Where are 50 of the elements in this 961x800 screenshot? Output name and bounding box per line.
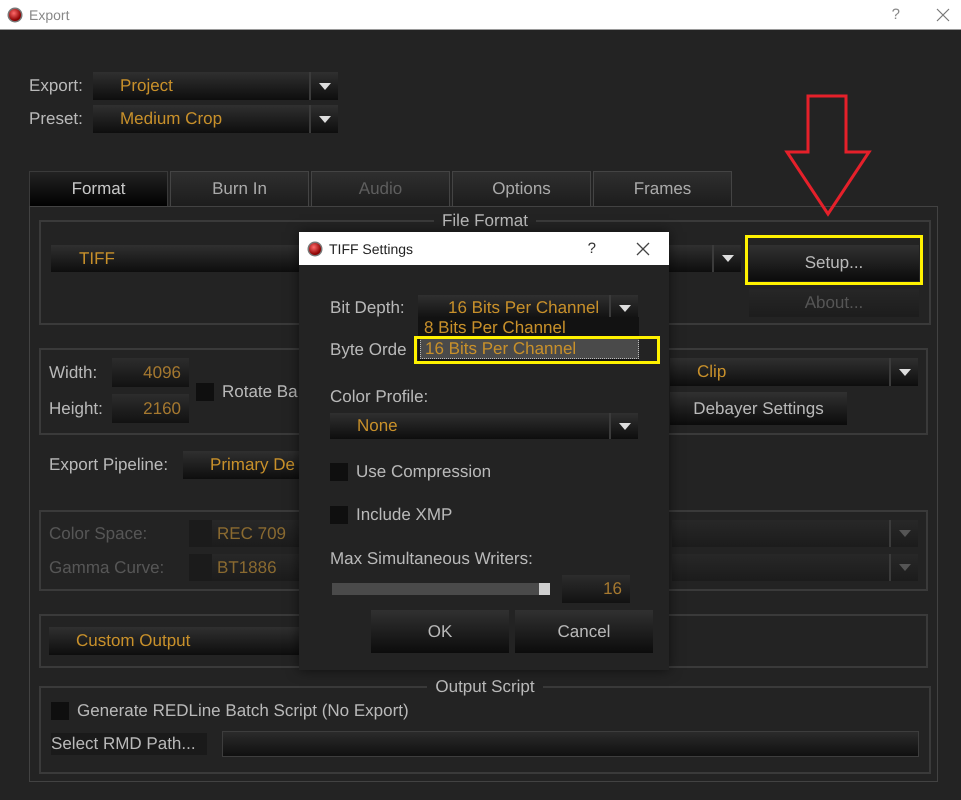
export-label: Export: (29, 76, 84, 96)
tab[interactable]: Burn In (170, 171, 309, 206)
checkbox-label: Rotate Ba (222, 382, 298, 402)
caret-icon (722, 255, 734, 262)
help-button[interactable]: ? (588, 240, 596, 257)
preset-dropdown[interactable]: Medium Crop (93, 105, 338, 133)
caret-icon (898, 368, 910, 376)
width-field[interactable]: 4096 (112, 358, 189, 387)
tab[interactable]: Frames (593, 171, 732, 206)
close-icon[interactable] (636, 242, 650, 256)
help-button[interactable]: ? (892, 6, 900, 23)
app-logo-icon (307, 240, 323, 256)
window-title: Export (29, 6, 70, 22)
dialog-button[interactable]: Setup... (749, 245, 919, 281)
export-pipeline-label: Export Pipeline: (49, 455, 170, 475)
height-field[interactable]: 2160 (112, 394, 189, 423)
writers-field[interactable]: 16 (562, 575, 630, 603)
tab[interactable]: Format (29, 171, 168, 206)
dialog-button[interactable]: Cancel (515, 610, 653, 653)
dropdown-option[interactable]: 16 Bits Per Channel (420, 338, 639, 359)
path-field[interactable] (222, 731, 919, 757)
caret-icon (618, 422, 630, 430)
checkbox-label: Use Compression (356, 462, 492, 482)
group-title: Output Script (434, 677, 536, 697)
byte-order-label: Byte Orde (330, 340, 407, 360)
select-path-button[interactable]: Select RMD Path... (51, 733, 207, 755)
caret-icon (318, 82, 330, 90)
height-label: Height: (49, 398, 104, 418)
caret-icon (898, 564, 910, 571)
close-icon[interactable] (936, 8, 950, 22)
caret-icon (898, 530, 910, 537)
group-title: File Format (441, 211, 529, 231)
export-dropdown[interactable]: Project (93, 72, 338, 100)
preset-label: Preset: (29, 109, 84, 129)
color-profile-dropdown[interactable]: None (330, 413, 638, 439)
width-label: Width: (49, 362, 98, 382)
app-logo-icon (7, 6, 23, 22)
caret-icon (318, 116, 330, 122)
tab[interactable]: Options (452, 171, 591, 206)
dialog-button[interactable]: OK (371, 610, 509, 653)
writers-label: Max Simultaneous Writers: (330, 549, 533, 569)
checkbox-label: Include XMP (356, 505, 452, 525)
bit-depth-label: Bit Depth: (330, 298, 406, 318)
clip-dropdown[interactable]: Clip (670, 358, 918, 386)
color-profile-label: Color Profile: (330, 387, 428, 407)
dialog-title: TIFF Settings (329, 240, 414, 256)
checkbox-label: Generate REDLine Batch Script (No Export) (77, 701, 409, 721)
debayer-settings-button[interactable]: Debayer Settings (670, 392, 847, 425)
caret-icon (618, 304, 630, 312)
slider-thumb[interactable] (539, 583, 550, 595)
